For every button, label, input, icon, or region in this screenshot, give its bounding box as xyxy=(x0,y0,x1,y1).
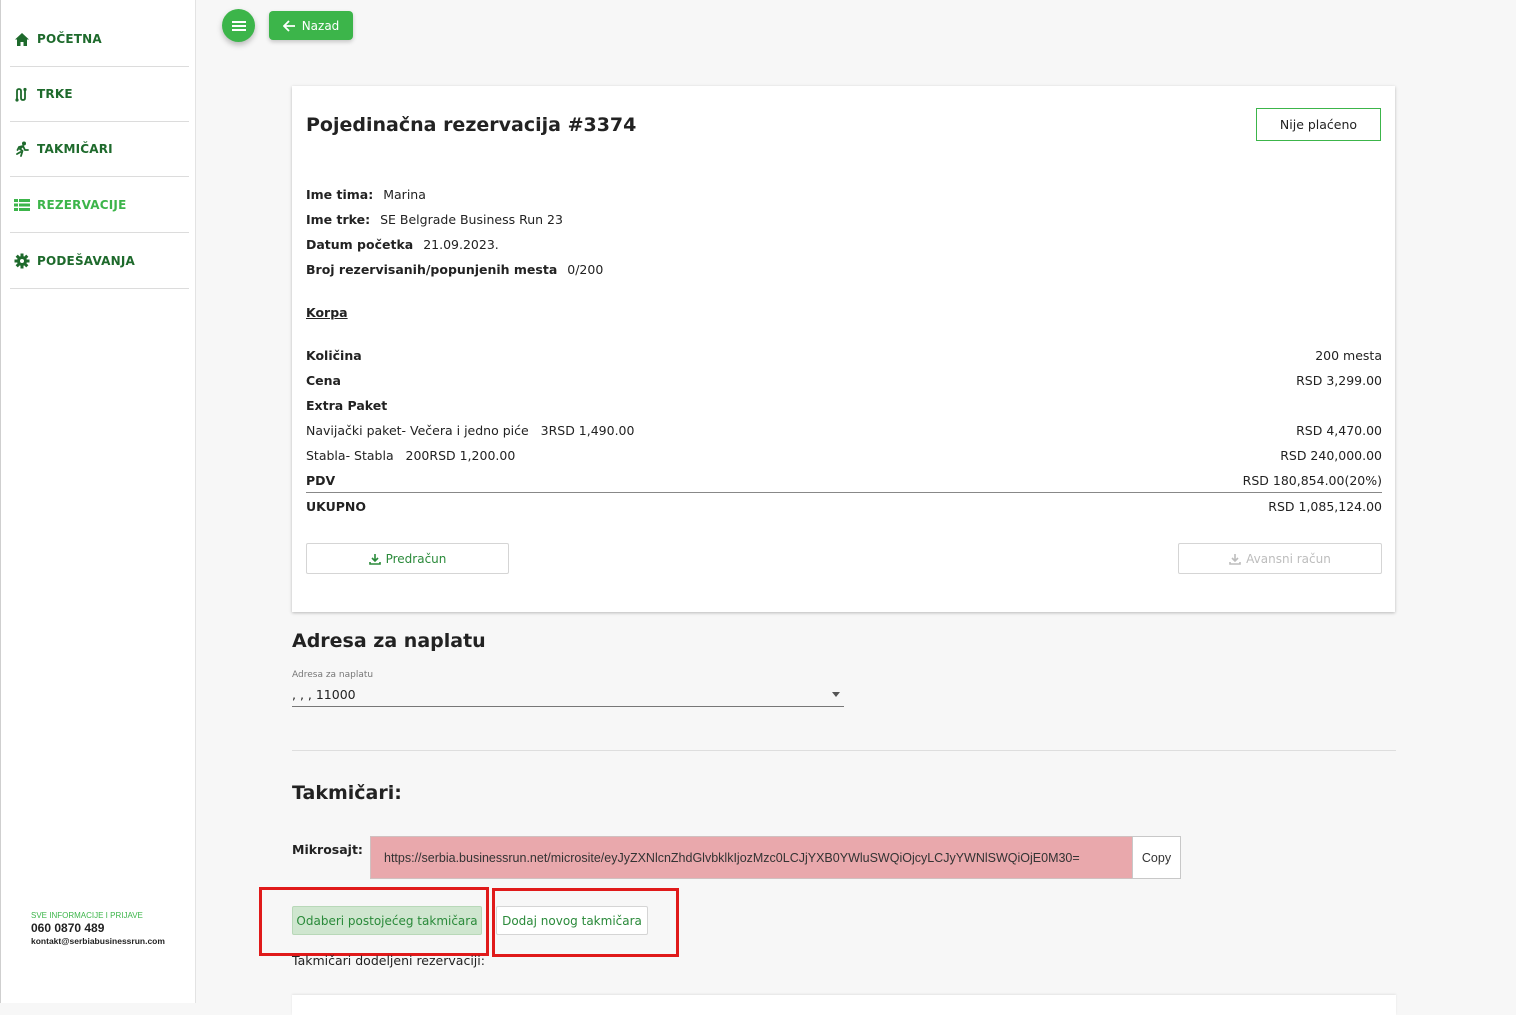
cart-row-vat: PDV RSD 180,854.00(20%) xyxy=(306,473,1382,488)
assigned-competitors-card xyxy=(292,995,1396,1015)
home-icon xyxy=(14,31,34,47)
info-race: Ime trke: SE Belgrade Business Run 23 xyxy=(306,212,563,227)
menu-button[interactable] xyxy=(222,9,255,42)
dropdown-caret-icon xyxy=(832,692,840,697)
competitors-title: Takmičari: xyxy=(292,782,402,804)
section-divider xyxy=(292,750,1396,751)
proforma-invoice-button[interactable]: Predračun xyxy=(306,543,509,574)
runner-icon xyxy=(14,141,34,157)
footer-title: SVE INFORMACIJE I PRIJAVE xyxy=(31,911,143,920)
microsite-label: Mikrosajt: xyxy=(292,842,363,857)
sidebar-item-label: REZERVACIJE xyxy=(37,198,127,212)
sidebar-footer: SVE INFORMACIJE I PRIJAVE 060 0870 489 k… xyxy=(31,911,165,946)
info-seats: Broj rezervisanih/popunjenih mesta 0/200 xyxy=(306,262,604,277)
download-icon xyxy=(1229,553,1241,565)
sidebar: POČETNA TRKE TAKMIČARI REZERVACIJE PODEŠ… xyxy=(0,0,196,1003)
assigned-competitors-label: Takmičari dodeljeni rezervaciji: xyxy=(292,953,485,968)
cart-row-trees: Stabla- Stabla 200RSD 1,200.00 RSD 240,00… xyxy=(306,448,1382,463)
advance-invoice-button[interactable]: Avansni račun xyxy=(1178,543,1382,574)
gear-icon xyxy=(14,253,34,269)
billing-address-select[interactable]: , , , 11000 xyxy=(292,685,844,707)
info-team: Ime tima: Marina xyxy=(306,187,426,202)
hamburger-icon xyxy=(231,20,246,31)
copy-button[interactable]: Copy xyxy=(1132,836,1181,879)
route-icon xyxy=(14,86,34,102)
microsite-url-field[interactable]: https://serbia.businessrun.net/microsite… xyxy=(370,836,1133,879)
sidebar-item-label: PODEŠAVANJA xyxy=(37,254,136,268)
sidebar-item-label: TAKMIČARI xyxy=(37,142,113,156)
back-label: Nazad xyxy=(301,18,340,33)
back-button[interactable]: Nazad xyxy=(269,11,353,40)
cart-row-total: UKUPNO RSD 1,085,124.00 xyxy=(306,499,1382,514)
sidebar-item-label: POČETNA xyxy=(37,32,102,46)
arrow-left-icon xyxy=(282,19,295,32)
billing-field-label: Adresa za naplatu xyxy=(292,670,374,680)
sidebar-item-rezervacije[interactable]: REZERVACIJE xyxy=(10,178,189,233)
sidebar-item-trke[interactable]: TRKE xyxy=(10,67,189,122)
payment-status-button[interactable]: Nije plaćeno xyxy=(1256,108,1381,141)
cart-row-price: Cena RSD 3,299.00 xyxy=(306,373,1382,388)
sidebar-item-pocetna[interactable]: POČETNA xyxy=(10,12,189,67)
footer-phone[interactable]: 060 0870 489 xyxy=(31,921,165,935)
sidebar-item-label: TRKE xyxy=(37,87,73,101)
download-icon xyxy=(368,553,381,565)
footer-email[interactable]: kontakt@serbiabusinessrun.com xyxy=(31,936,165,946)
cart-title: Korpa xyxy=(306,305,348,320)
reservation-title: Pojedinačna rezervacija #3374 xyxy=(306,114,637,136)
cart-divider xyxy=(306,492,1382,493)
sidebar-item-takmicari[interactable]: TAKMIČARI xyxy=(10,122,189,177)
billing-title: Adresa za naplatu xyxy=(292,630,486,652)
sidebar-item-podesavanja[interactable]: PODEŠAVANJA xyxy=(10,234,189,289)
highlight-box-existing xyxy=(259,887,489,956)
reservation-card: Pojedinačna rezervacija #3374 Nije plaće… xyxy=(292,86,1395,612)
cart-row-quantity: Količina 200 mesta xyxy=(306,348,1382,363)
info-start-date: Datum početka 21.09.2023. xyxy=(306,237,499,252)
cart-row-fan-package: Navijački paket- Večera i jedno piće 3RS… xyxy=(306,423,1382,438)
billing-address-value: , , , 11000 xyxy=(292,687,356,702)
list-icon xyxy=(14,197,34,213)
cart-row-extra: Extra Paket xyxy=(306,398,388,413)
highlight-box-new xyxy=(492,888,679,957)
